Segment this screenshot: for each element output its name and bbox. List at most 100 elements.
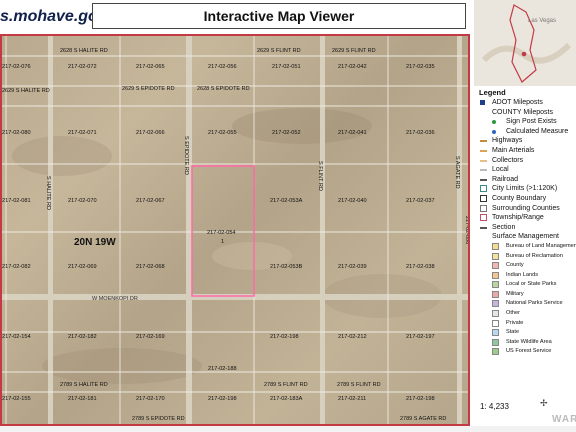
- parcel-label: 217-02-081: [2, 198, 31, 204]
- parcel-label: 217-02-040: [338, 198, 367, 204]
- scale-text: 1: 4,233: [480, 402, 509, 411]
- legend-item-label: Surrounding Counties: [492, 204, 560, 212]
- legend-item-label: Local or State Parks: [506, 281, 557, 288]
- legend-item: US Forest Service: [474, 347, 576, 357]
- legend-item-label: Military: [506, 290, 524, 297]
- legend-item: Sign Post Exists: [474, 117, 576, 127]
- legend-item: Bureau of Reclamation: [474, 252, 576, 262]
- legend-item: County: [474, 261, 576, 271]
- legend-item-label: State Wildlife Area: [506, 338, 552, 345]
- legend-item: State Wildlife Area: [474, 338, 576, 348]
- legend-symbol-icon: [480, 140, 487, 143]
- legend-symbol-icon: [480, 226, 487, 229]
- legend-symbol-icon: [492, 281, 499, 289]
- parcel-label: 217-02-198: [208, 396, 237, 402]
- parcel-label: 217-02-188: [208, 366, 237, 372]
- parcel-label: 217-02-069: [68, 264, 97, 270]
- page-title: Interactive Map Viewer: [203, 8, 355, 24]
- parcel-label: 217-02-170: [136, 396, 165, 402]
- legend-symbol-icon: [492, 262, 499, 270]
- legend-item: National Parks Service: [474, 299, 576, 309]
- parcel-label: 217-02-169: [136, 334, 165, 340]
- parcel-label: 217-02-056: [208, 64, 237, 70]
- parcel-label: 217-02-037: [406, 198, 435, 204]
- parcel-label: 217-02-155: [2, 396, 31, 402]
- inset-city-label: Las Vegas: [528, 18, 556, 24]
- legend-item-label: Township/Range: [492, 214, 544, 222]
- legend-symbol-icon: [492, 310, 499, 318]
- road-label: 2628 S EPIDOTE RD: [197, 86, 250, 92]
- site-logo[interactable]: s.mohave.gov: [0, 8, 107, 26]
- legend-item: City Limits (>1:120K): [474, 184, 576, 194]
- legend-item-label: County Boundary: [492, 194, 547, 202]
- parcel-label: 217-02-182: [68, 334, 97, 340]
- legend-item: Bureau of Land Management: [474, 242, 576, 252]
- legend-item: State: [474, 328, 576, 338]
- legend-symbol-icon: [480, 159, 487, 162]
- legend-item: Local: [474, 165, 576, 175]
- legend-symbol-icon: [492, 319, 499, 327]
- legend-item-label: National Parks Service: [506, 300, 563, 307]
- parcel-label: 217-02-052: [272, 130, 301, 136]
- parcel-label: 217-02-082: [2, 264, 31, 270]
- parcel-label: 217-02-068: [136, 264, 165, 270]
- legend-item: Township/Range: [474, 213, 576, 223]
- legend-symbol-icon: [480, 204, 487, 212]
- parcel-label: 217-02-042: [338, 64, 367, 70]
- map-canvas[interactable]: 2628 S HALITE RD 2629 S FLINT RD 2629 S …: [2, 36, 468, 424]
- parcel-label: 217-02-211: [338, 396, 366, 402]
- legend-item: Collectors: [474, 156, 576, 166]
- legend-item: Indian Lands: [474, 271, 576, 281]
- legend-item-label: Other: [506, 310, 520, 317]
- legend-item-label: US Forest Service: [506, 348, 552, 355]
- legend-item-label: State: [506, 329, 520, 336]
- legend-item-label: Highways: [492, 137, 523, 145]
- legend-item: Local or State Parks: [474, 280, 576, 290]
- legend-item: Main Arterials: [474, 146, 576, 156]
- legend-item: Private: [474, 319, 576, 329]
- bottom-strip: [0, 426, 576, 432]
- legend-item: Surface Management: [474, 232, 576, 242]
- parcel-label: 217-02-080: [2, 130, 31, 136]
- road-label: 2789 S FLINT RD: [337, 382, 381, 388]
- parcel-label: 217-02-154: [2, 334, 31, 340]
- parcel-label: 217-02-212: [338, 334, 367, 340]
- title-box: Interactive Map Viewer: [92, 3, 466, 29]
- legend-item: Surrounding Counties: [474, 204, 576, 214]
- legend-symbol-icon: [480, 185, 487, 193]
- legend-item-label: COUNTY Mileposts: [492, 108, 553, 116]
- township-label: 20N 19W: [74, 237, 116, 248]
- parcel-map[interactable]: 2628 S HALITE RD 2629 S FLINT RD 2629 S …: [0, 34, 470, 426]
- legend-item: Calculated Measure: [474, 127, 576, 137]
- legend-symbol-icon: [492, 271, 499, 279]
- parcel-label: 217-02-065: [136, 64, 165, 70]
- road-label: 2629 S FLINT RD: [332, 48, 376, 54]
- road-label: W MOENKOPI DR: [92, 296, 138, 302]
- legend-item: Military: [474, 290, 576, 300]
- legend-item-label: Indian Lands: [506, 271, 539, 278]
- side-code: 217-02-006: [464, 216, 468, 244]
- parcel-label: 217-02-067: [136, 198, 165, 204]
- legend-symbol-icon: [492, 338, 499, 346]
- subject-parcel-label: 217-02-054: [207, 230, 236, 236]
- road-label: S FLINT RD: [317, 161, 323, 191]
- legend-item-label: City Limits (>1:120K): [492, 185, 558, 193]
- parcel-label: 217-02-072: [68, 64, 97, 70]
- legend-item-label: Private: [506, 319, 524, 326]
- overview-inset-map[interactable]: Las Vegas: [474, 0, 576, 86]
- parcel-label: 217-02-076: [2, 64, 31, 70]
- parcel-label: 217-02-198: [270, 334, 299, 340]
- parcel-label: 217-02-070: [68, 198, 97, 204]
- parcel-label: 217-02-183A: [270, 396, 303, 402]
- parcel-label: 217-02-055: [208, 130, 237, 136]
- legend-item: Other: [474, 309, 576, 319]
- road-label: 2629 S HALITE RD: [2, 88, 50, 94]
- parcel-label: 217-02-066: [136, 130, 165, 136]
- header: s.mohave.gov Interactive Map Viewer: [0, 0, 470, 34]
- legend-item-label: Main Arterials: [492, 146, 535, 154]
- legend-symbol-icon: [492, 242, 499, 250]
- parcel-label: 217-02-035: [406, 64, 435, 70]
- legend-item: ADOT Mileposts: [474, 98, 576, 108]
- legend-symbol-icon: [492, 252, 499, 260]
- legend-symbol-icon: [492, 120, 496, 125]
